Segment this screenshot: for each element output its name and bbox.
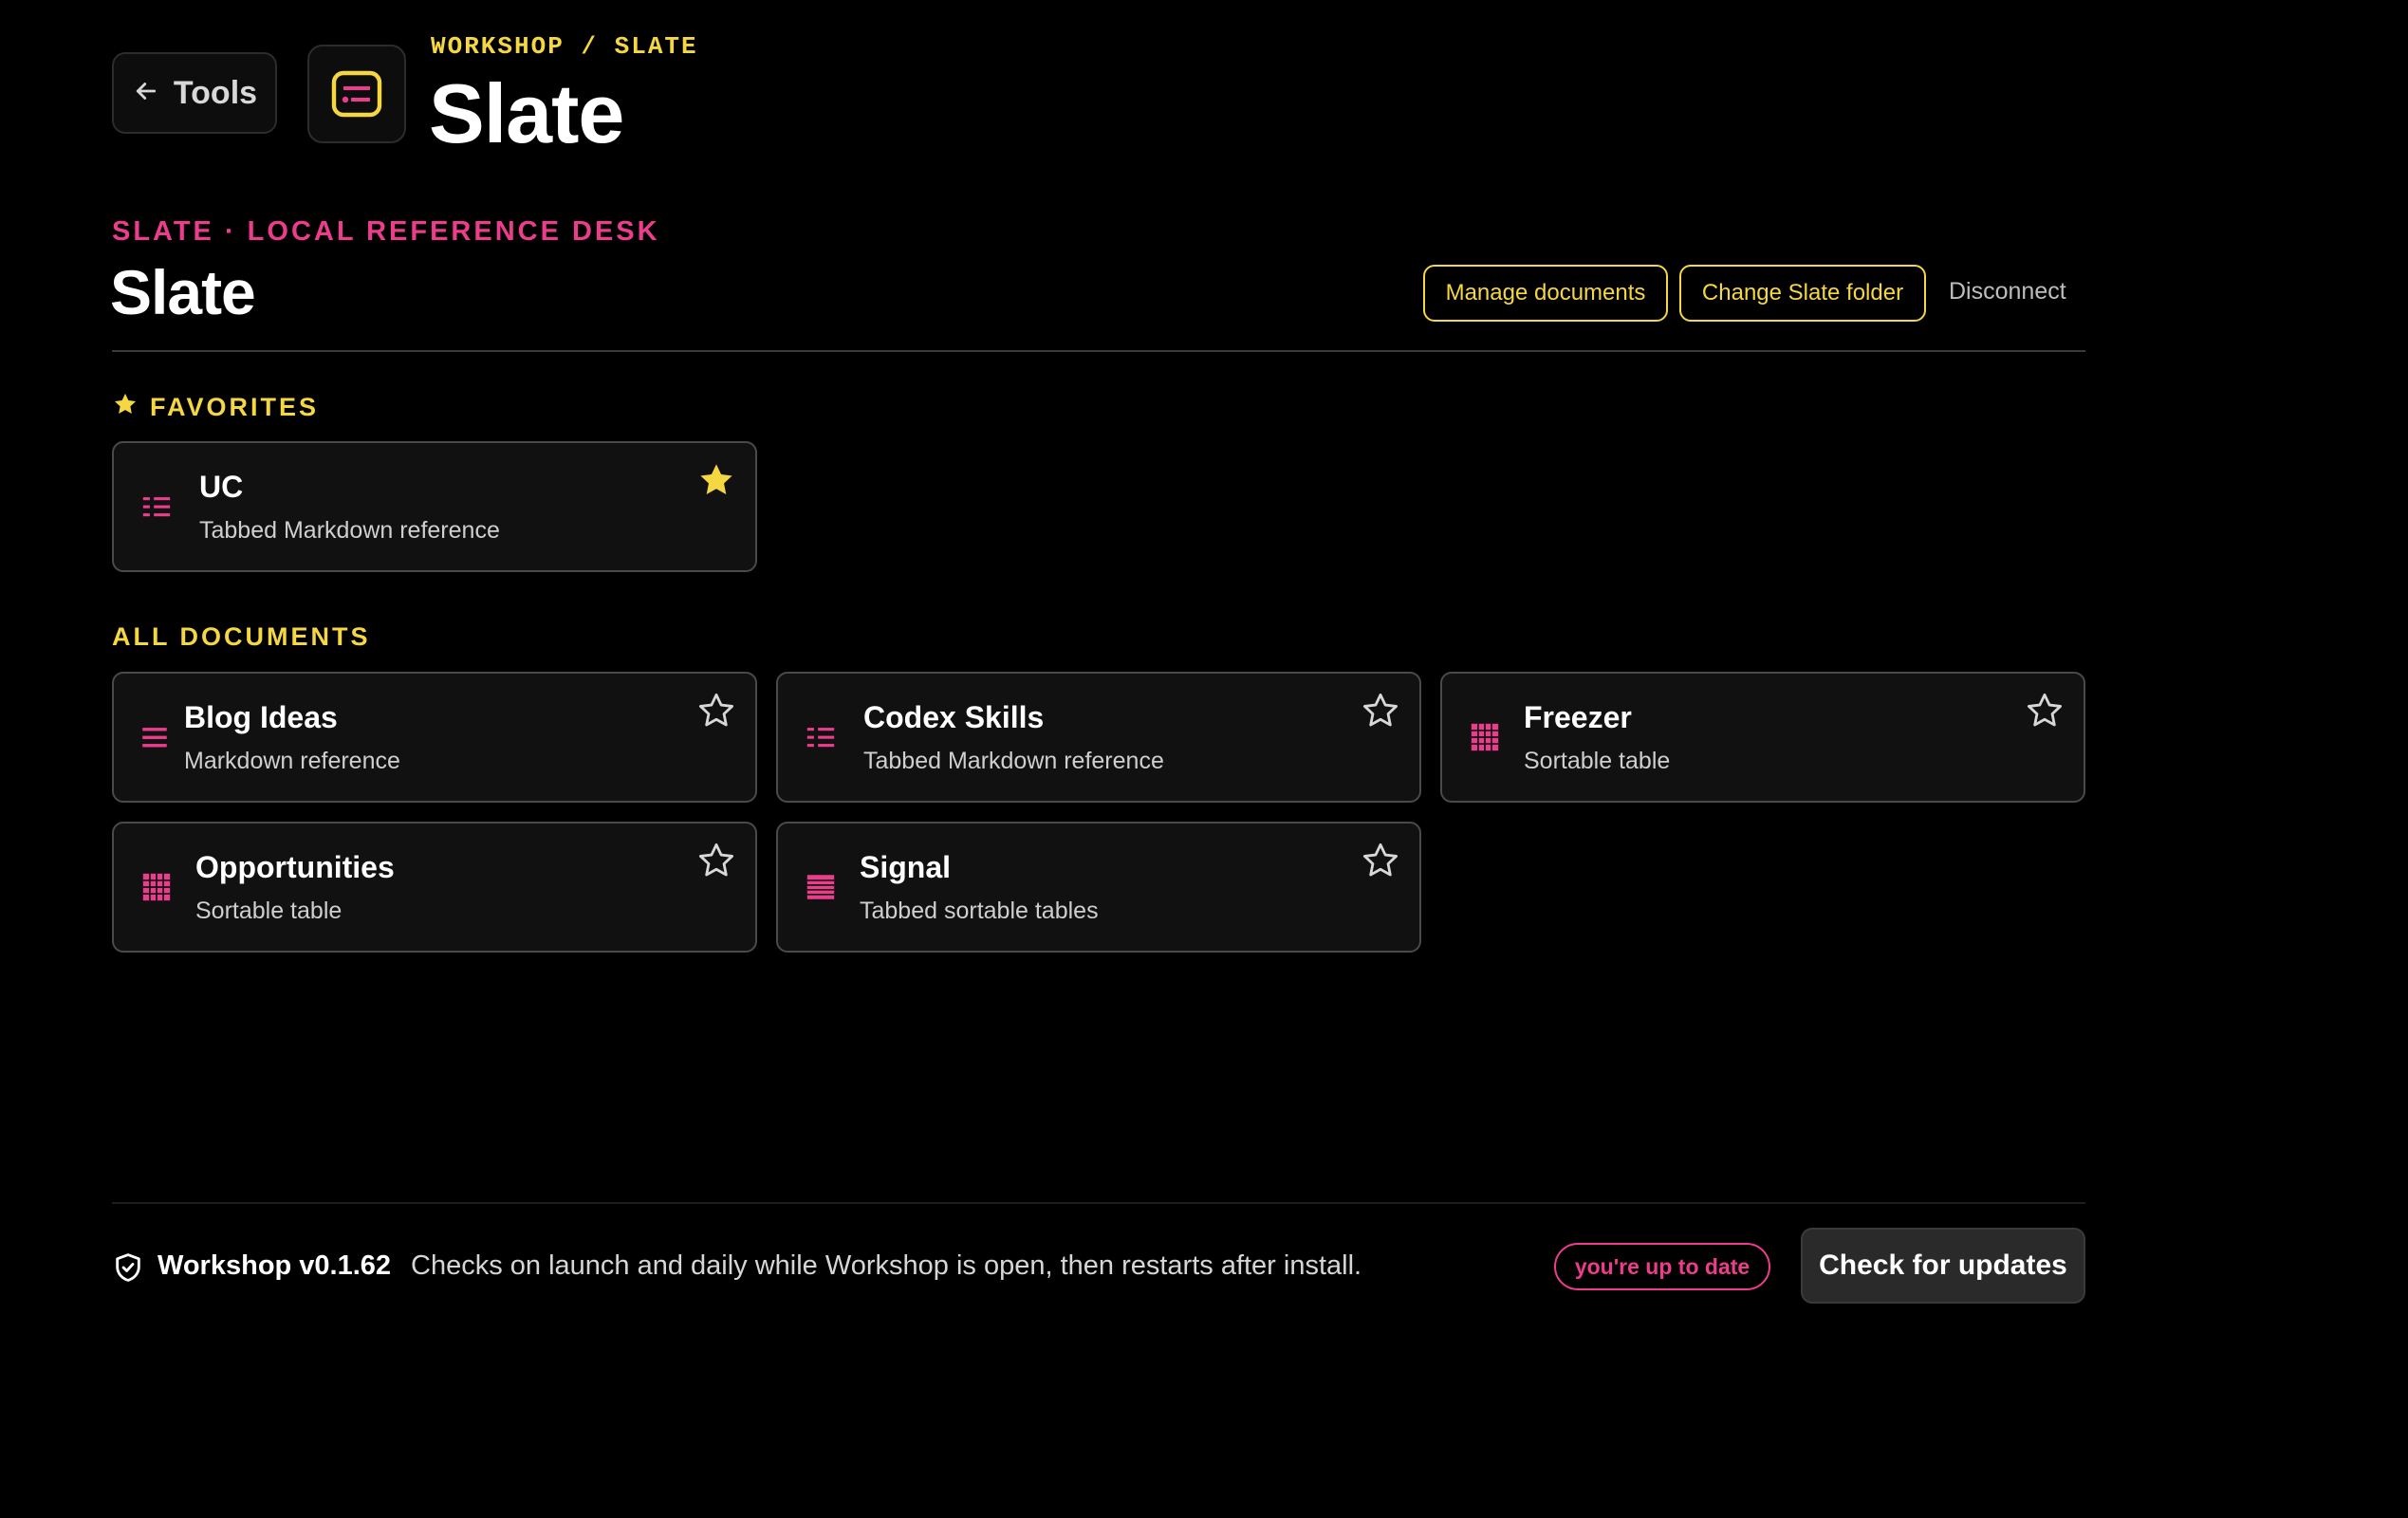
change-folder-button[interactable]: Change Slate folder [1679,265,1926,322]
table-icon [140,871,173,903]
card-title: Freezer [1524,700,1632,734]
footer-divider [112,1202,2085,1204]
favorite-card[interactable]: UC Tabbed Markdown reference [112,441,757,572]
card-subtitle: Tabbed Markdown reference [863,748,1164,774]
tabbed-markdown-icon [805,721,837,753]
favorites-label-text: FAVORITES [150,393,320,421]
check-for-updates-button[interactable]: Check for updates [1801,1228,2085,1304]
star-outline-icon[interactable] [696,841,736,880]
document-card[interactable]: Blog Ideas Markdown reference [112,672,757,803]
status-badge: you're up to date [1554,1243,1770,1290]
card-subtitle: Sortable table [195,898,343,924]
back-to-tools-button[interactable]: Tools [112,52,277,134]
tabbed-table-icon [805,871,837,903]
arrow-left-icon [132,77,160,110]
all-documents-label-text: ALL DOCUMENTS [112,622,371,651]
update-note: Checks on launch and daily while Worksho… [411,1250,1362,1281]
markdown-icon [139,721,171,753]
page-title: Slate [429,66,624,160]
shield-check-icon [112,1250,144,1285]
slate-app-icon [307,45,406,143]
card-title: Blog Ideas [184,700,338,734]
card-title: Codex Skills [863,700,1045,734]
section-divider [112,350,2085,352]
page: Tools WORKSHOP / SLATE Slate SLATE · LOC… [0,0,2408,1518]
card-title: Signal [860,850,952,884]
star-filled-icon [112,391,139,424]
star-outline-icon[interactable] [696,691,736,731]
star-filled-icon[interactable] [696,460,736,500]
manage-documents-button[interactable]: Manage documents [1423,265,1668,322]
card-title: Opportunities [195,850,395,884]
card-subtitle: Sortable table [1524,748,1671,774]
back-button-label: Tools [173,74,258,111]
star-outline-icon[interactable] [2025,691,2065,731]
disconnect-button[interactable]: Disconnect [1949,278,2066,305]
star-outline-icon[interactable] [1361,691,1400,731]
section-eyebrow: SLATE · LOCAL REFERENCE DESK [112,216,660,247]
card-subtitle: Tabbed sortable tables [860,898,1099,924]
document-card[interactable]: Opportunities Sortable table [112,822,757,953]
favorites-label: FAVORITES [112,391,319,424]
document-card[interactable]: Codex Skills Tabbed Markdown reference [776,672,1421,803]
section-title: Slate [110,257,256,327]
tabbed-markdown-icon [140,491,173,523]
all-documents-label: ALL DOCUMENTS [112,622,371,652]
card-subtitle: Tabbed Markdown reference [199,517,500,544]
document-card[interactable]: Signal Tabbed sortable tables [776,822,1421,953]
breadcrumb: WORKSHOP / SLATE [431,32,698,61]
card-subtitle: Markdown reference [184,748,400,774]
card-title: UC [199,470,244,504]
table-icon [1469,721,1501,753]
app-version: Workshop v0.1.62 [157,1250,392,1281]
star-outline-icon[interactable] [1361,841,1400,880]
document-card[interactable]: Freezer Sortable table [1440,672,2085,803]
